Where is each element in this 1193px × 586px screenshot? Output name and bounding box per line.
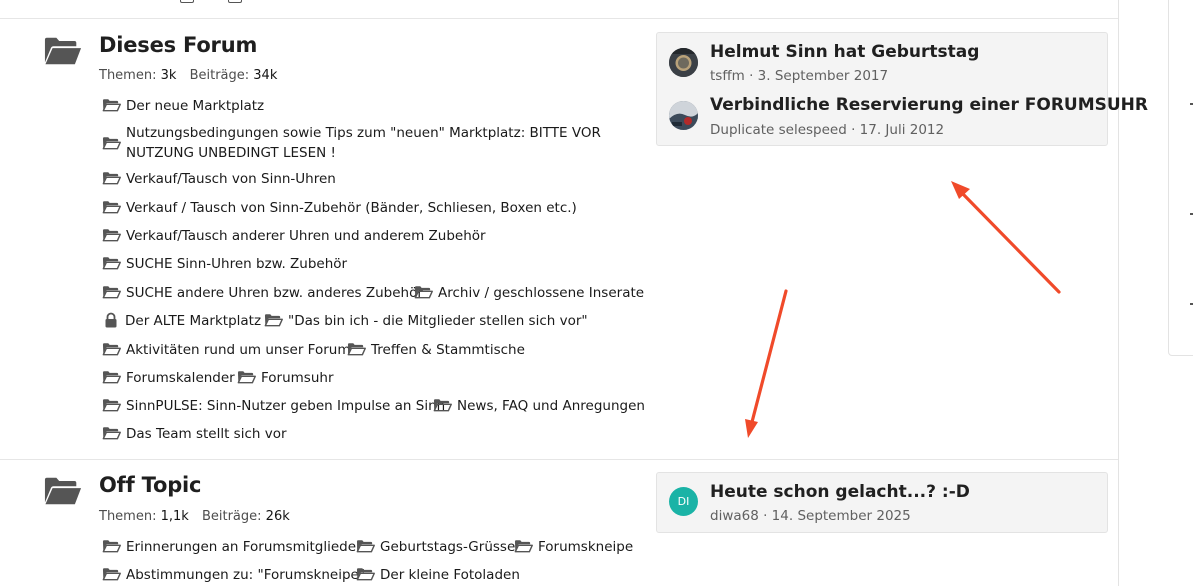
annotation-arrow-down xyxy=(750,289,788,424)
arrowhead-icon xyxy=(745,419,758,438)
annotation-arrows xyxy=(745,181,1061,438)
annotation-arrow-upleft xyxy=(960,191,1061,294)
